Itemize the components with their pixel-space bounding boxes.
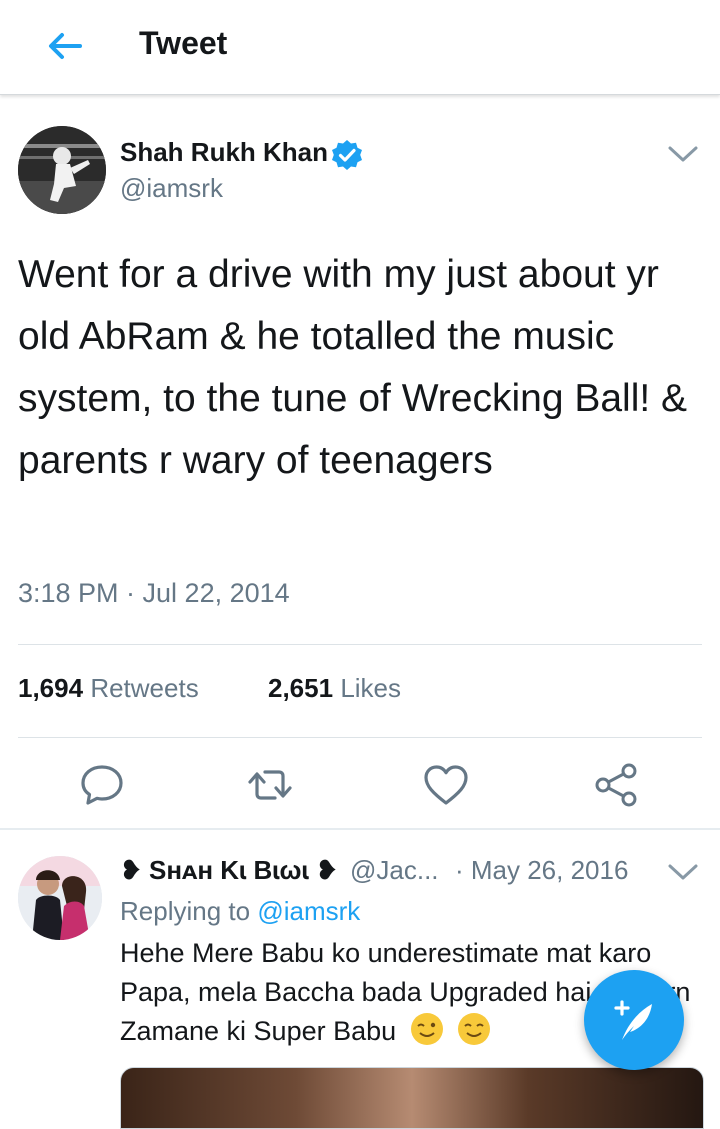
compose-tweet-button[interactable]: [584, 970, 684, 1070]
chevron-down-icon: [668, 864, 698, 880]
tweet-text: Went for a drive with my just about yr o…: [18, 253, 688, 482]
winking-face-emoji-icon: [410, 1013, 443, 1045]
replying-to-line: Replying to @iamsrk: [120, 896, 360, 927]
avatar-image: [18, 126, 106, 214]
tweet-menu-button[interactable]: [664, 138, 702, 170]
reply-date: · May 26, 2016: [455, 855, 629, 885]
back-button[interactable]: [40, 26, 88, 66]
like-button[interactable]: [421, 760, 471, 810]
like-icon: [424, 765, 468, 805]
retweet-icon: [248, 770, 292, 800]
divider: [18, 737, 702, 738]
retweets-count: 1,694: [18, 673, 84, 703]
share-button[interactable]: [592, 760, 642, 810]
reply-media-image[interactable]: [120, 1067, 704, 1129]
reply-author-handle[interactable]: @Jac...: [350, 855, 439, 886]
replying-to-link[interactable]: @iamsrk: [257, 896, 360, 926]
author-avatar[interactable]: [18, 126, 106, 214]
retweet-button[interactable]: [245, 760, 295, 810]
retweets-stat[interactable]: 1,694 Retweets: [18, 673, 199, 704]
top-app-bar: Tweet: [0, 0, 720, 95]
reply-menu-button[interactable]: [664, 856, 702, 888]
reply-author-name[interactable]: ❥ Sʜᴀʜ Kɩ Bɩωɩ ❥: [120, 855, 338, 886]
likes-count: 2,651: [268, 673, 334, 703]
page-title: Tweet: [139, 25, 228, 61]
chevron-down-icon: [668, 146, 698, 162]
likes-label: Likes: [340, 673, 402, 703]
thread-separator: [0, 828, 720, 830]
author-handle[interactable]: @iamsrk: [120, 173, 223, 204]
reply-button[interactable]: [77, 760, 127, 810]
replying-to-label: Replying to: [120, 896, 251, 926]
compose-tweet-icon: [614, 1000, 652, 1040]
retweets-label: Retweets: [90, 673, 199, 703]
tweet-timestamp: 3:18 PM · Jul 22, 2014: [18, 578, 290, 608]
smiling-face-emoji-icon: [458, 1013, 491, 1045]
reply-icon: [81, 765, 123, 805]
verified-badge-icon: [332, 140, 362, 170]
share-icon: [595, 763, 637, 807]
reply-author-avatar[interactable]: [18, 856, 102, 940]
avatar-image: [18, 856, 102, 940]
divider: [18, 644, 702, 645]
likes-stat[interactable]: 2,651 Likes: [268, 673, 401, 704]
arrow-left-icon: [49, 33, 82, 59]
author-name[interactable]: Shah Rukh Khan: [120, 137, 328, 168]
